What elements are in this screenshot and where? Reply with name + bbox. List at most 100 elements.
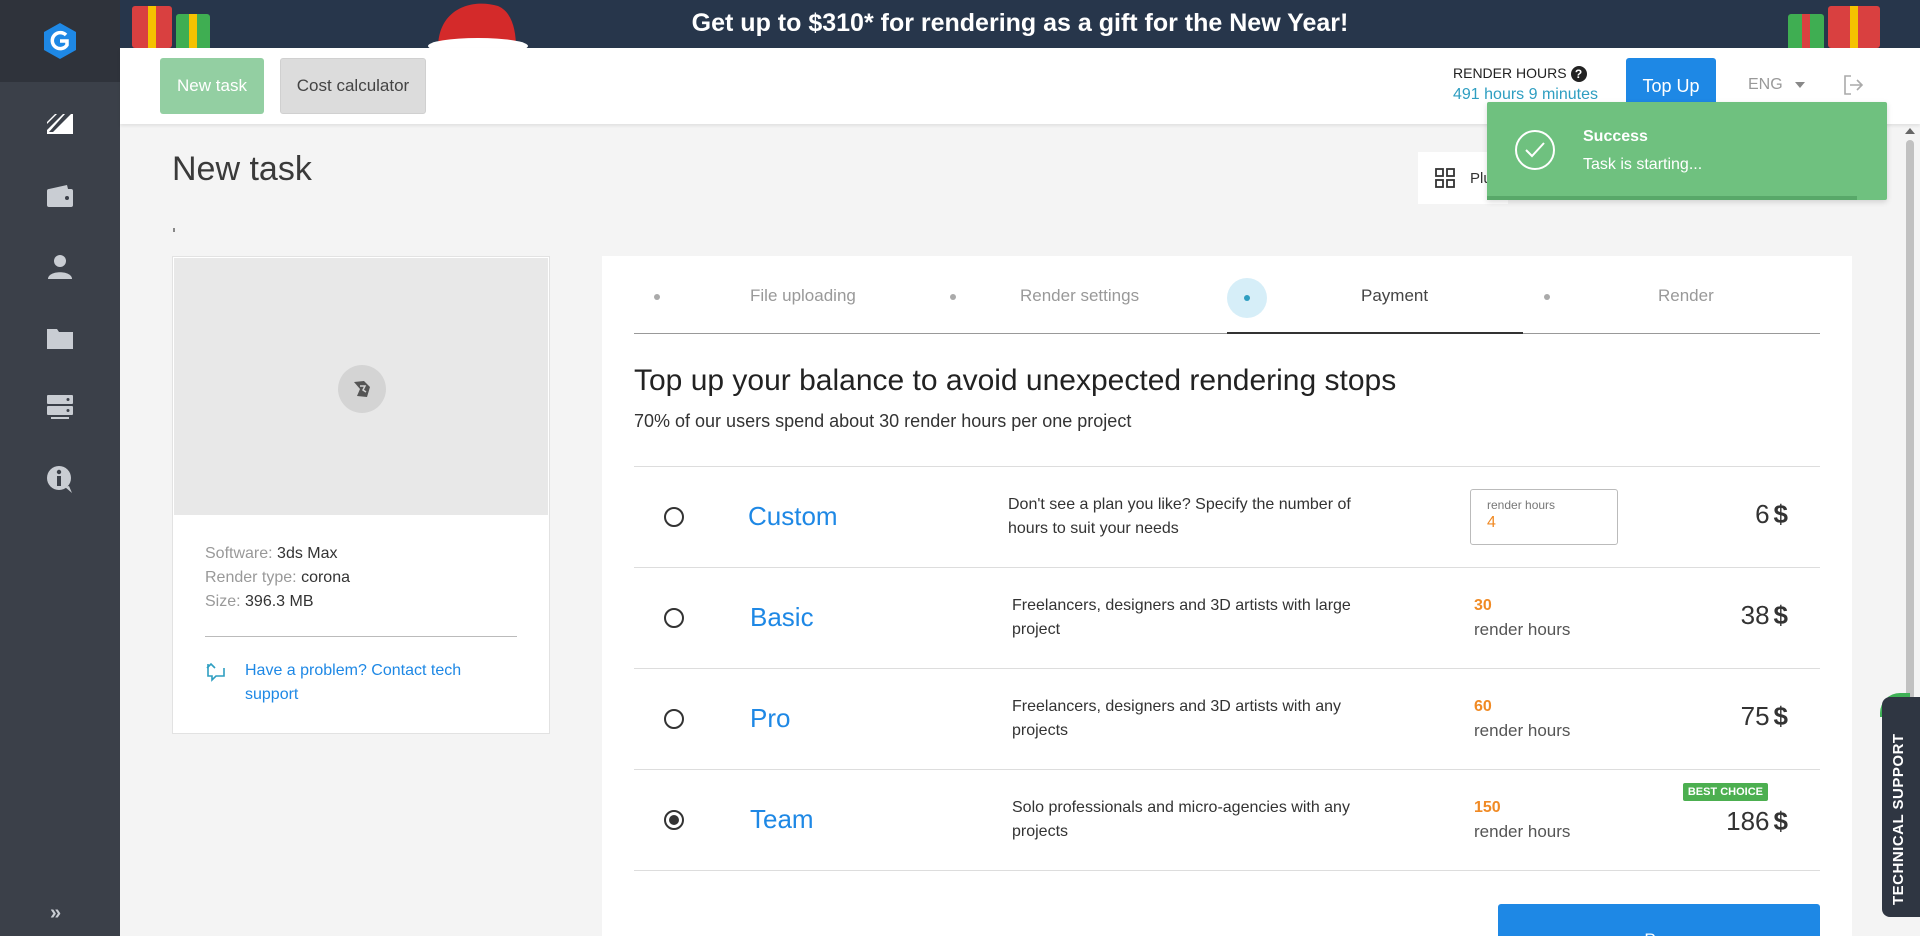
sidebar: » <box>0 0 120 936</box>
hours-value: 60 <box>1474 698 1492 715</box>
sidebar-item-files[interactable] <box>44 322 76 354</box>
logout-icon <box>1844 75 1864 95</box>
software-label: Software: <box>205 545 273 562</box>
plan-radio[interactable] <box>664 507 684 527</box>
support-link-text[interactable]: Have a problem? Contact tech support <box>245 659 485 707</box>
sidebar-item-servers[interactable] <box>44 391 76 423</box>
info-icon <box>47 466 72 493</box>
pay-button[interactable]: Pay <box>1498 904 1820 936</box>
step-dot-active <box>1227 278 1267 318</box>
plan-price: 6 $ <box>1755 499 1788 530</box>
render-hours-label: RENDER HOURS? <box>1453 65 1587 82</box>
step-label: File uploading <box>750 286 856 305</box>
plan-radio[interactable] <box>664 810 684 830</box>
toast-title: Success <box>1583 128 1648 145</box>
step-render-settings[interactable]: Render settings <box>930 256 1226 334</box>
folder-icon <box>47 329 73 349</box>
plan-team[interactable]: Team Solo professionals and micro-agenci… <box>634 770 1820 871</box>
technical-support-tab[interactable]: TECHNICAL SUPPORT <box>1882 697 1920 917</box>
plan-name: Team <box>750 804 814 834</box>
currency: $ <box>1773 806 1788 836</box>
cost-calculator-button[interactable]: Cost calculator <box>280 58 426 114</box>
price-value: 38 <box>1740 600 1770 630</box>
hours-value: 150 <box>1474 799 1501 816</box>
scroll-up-arrow[interactable] <box>1905 128 1915 134</box>
sidebar-item-tasks[interactable] <box>44 107 76 139</box>
gift-icon <box>1828 6 1880 48</box>
step-dot <box>1544 294 1550 300</box>
plan-description: Solo professionals and micro-agencies wi… <box>1012 799 1350 840</box>
step-dot <box>654 294 660 300</box>
plan-name: Custom <box>748 501 838 531</box>
step-label: Payment <box>1361 286 1429 305</box>
plan-pro[interactable]: Pro Freelancers, designers and 3D artist… <box>634 669 1820 770</box>
currency: $ <box>1773 600 1788 630</box>
checkmark-icon <box>1515 130 1555 170</box>
wallet-icon <box>47 185 73 207</box>
plan-name: Pro <box>750 703 791 733</box>
hours-value: 30 <box>1474 597 1492 614</box>
payment-headline: Top up your balance to avoid unexpected … <box>634 364 1397 397</box>
page-title: New task <box>172 150 312 188</box>
plan-radio[interactable] <box>664 709 684 729</box>
file-meta: Software: 3ds Max Render type: corona Si… <box>205 542 350 614</box>
logo[interactable] <box>0 0 120 82</box>
hours-unit: render hours <box>1474 822 1571 841</box>
plan-price: 75 $ <box>1741 701 1788 732</box>
step-dot <box>950 294 956 300</box>
custom-hours-input[interactable] <box>1487 514 1597 532</box>
payment-subline: 70% of our users spend about 30 render h… <box>634 411 1132 431</box>
plan-custom[interactable]: Custom Don't see a plan you like? Specif… <box>634 467 1820 568</box>
software-row: Software: 3ds Max <box>205 542 350 566</box>
divider <box>173 228 175 232</box>
price-value: 75 <box>1740 701 1770 731</box>
plan-description: Freelancers, designers and 3D artists wi… <box>1012 698 1342 739</box>
currency: $ <box>1773 499 1788 529</box>
language-selector[interactable]: ENG <box>1748 76 1805 94</box>
chevron-down-icon <box>1794 81 1805 88</box>
language-value: ENG <box>1748 76 1783 93</box>
logout-button[interactable] <box>1842 74 1864 101</box>
step-label: Render <box>1658 286 1714 305</box>
help-icon[interactable]: ? <box>1570 66 1587 82</box>
wizard-steps: File uploading Render settings Payment R… <box>634 256 1820 334</box>
plan-price: 38 $ <box>1741 600 1788 631</box>
scrollbar-thumb[interactable] <box>1906 140 1914 700</box>
render-tasks-icon <box>47 114 73 134</box>
step-file-uploading[interactable]: File uploading <box>634 256 930 334</box>
price-value: 186 <box>1726 806 1770 836</box>
size-row: Size: 396.3 MB <box>205 590 350 614</box>
success-toast[interactable]: Success Task is starting... <box>1487 102 1887 200</box>
plan-description: Don't see a plan you like? Specify the n… <box>1008 496 1351 537</box>
plan-radio[interactable] <box>664 608 684 628</box>
chat-icon <box>206 662 225 682</box>
custom-hours-field[interactable]: render hours <box>1470 489 1618 545</box>
step-render[interactable]: Render <box>1524 256 1820 334</box>
plan-price: 186 $ <box>1726 806 1788 837</box>
sidebar-item-info[interactable] <box>44 463 76 495</box>
plan-name: Basic <box>750 602 814 632</box>
render-type-label: Render type: <box>205 569 297 586</box>
render-type-row: Render type: corona <box>205 566 350 590</box>
expand-sidebar-button[interactable]: » <box>50 902 61 925</box>
toast-progress-bar <box>1487 196 1857 200</box>
best-choice-badge: BEST CHOICE <box>1682 783 1768 801</box>
hours-unit: render hours <box>1474 721 1571 740</box>
sidebar-item-profile[interactable] <box>44 250 76 282</box>
promo-banner[interactable]: Get up to $310* for rendering as a gift … <box>120 0 1920 48</box>
new-task-button[interactable]: New task <box>160 58 264 114</box>
currency: $ <box>1773 701 1788 731</box>
plan-list: Custom Don't see a plan you like? Specif… <box>634 466 1820 871</box>
step-payment[interactable]: Payment <box>1227 256 1523 334</box>
software-value: 3ds Max <box>277 545 338 562</box>
server-icon <box>47 395 73 419</box>
contact-support-link[interactable]: Have a problem? Contact tech support <box>205 659 485 707</box>
sidebar-item-wallet[interactable] <box>44 180 76 212</box>
custom-hours-label: render hours <box>1487 498 1556 512</box>
plan-description: Freelancers, designers and 3D artists wi… <box>1012 597 1351 638</box>
user-icon <box>48 255 72 279</box>
plan-basic[interactable]: Basic Freelancers, designers and 3D arti… <box>634 568 1820 669</box>
file-info-card: Software: 3ds Max Render type: corona Si… <box>172 256 550 734</box>
price-value: 6 <box>1755 499 1770 529</box>
hours-unit: render hours <box>1474 620 1571 639</box>
